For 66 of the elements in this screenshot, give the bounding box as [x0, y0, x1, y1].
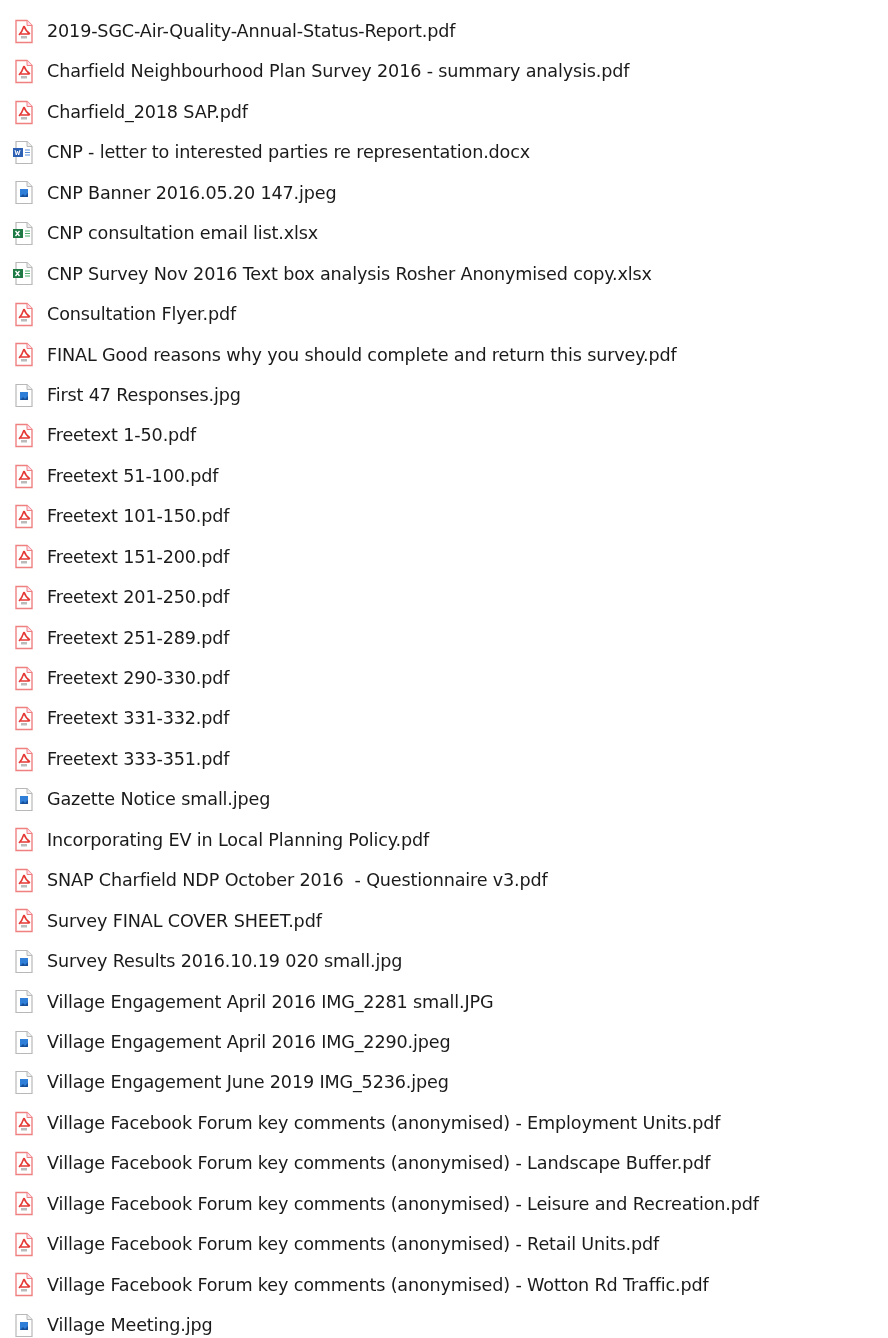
file-name[interactable]: Freetext 201-250.pdf	[47, 584, 230, 611]
pdf-icon	[12, 59, 34, 85]
pdf-icon	[12, 544, 34, 570]
file-name[interactable]: Freetext 1-50.pdf	[47, 422, 197, 449]
pdf-icon	[12, 625, 34, 651]
file-name[interactable]: Village Facebook Forum key comments (anonymised) - Leisure and Recreation.pdf	[47, 1190, 759, 1218]
file-name[interactable]: Survey Results 2016.10.19 020 small.jpg	[47, 948, 403, 975]
pdf-icon	[12, 706, 34, 732]
pdf-icon	[12, 1110, 34, 1136]
file-name[interactable]: Charfield_2018 SAP.pdf	[47, 98, 248, 126]
file-name[interactable]: Village Facebook Forum key comments (anonymised) - Retail Units.pdf	[47, 1231, 660, 1258]
image-file-icon	[12, 180, 34, 206]
file-name[interactable]: Village Facebook Forum key comments (anonymised) - Landscape Buffer.pdf	[47, 1150, 711, 1177]
pdf-icon	[12, 301, 34, 327]
pdf-icon	[12, 665, 34, 691]
pdf-icon	[12, 1150, 34, 1176]
file-name[interactable]: CNP Banner 2016.05.20 147.jpeg	[47, 179, 337, 207]
file-name[interactable]: Village Engagement April 2016 IMG_2290.jpeg	[47, 1028, 451, 1056]
file-name[interactable]: Freetext 51-100.pdf	[47, 462, 219, 490]
pdf-icon	[12, 18, 34, 44]
pdf-icon	[12, 1191, 34, 1217]
file-name[interactable]: Village Facebook Forum key comments (anonymised) - Wotton Rd Traffic.pdf	[47, 1271, 709, 1298]
pdf-icon	[12, 746, 34, 772]
pdf-icon	[12, 827, 34, 853]
spreadsheet-icon	[12, 261, 34, 287]
pdf-icon	[12, 584, 34, 610]
file-name[interactable]: Village Engagement June 2019 IMG_5236.jpeg	[47, 1069, 449, 1096]
spreadsheet-icon	[12, 220, 34, 246]
pdf-icon	[12, 423, 34, 449]
file-name[interactable]: Freetext 333-351.pdf	[47, 745, 230, 773]
file-name[interactable]: Freetext 290-330.pdf	[47, 665, 230, 692]
image-file-icon	[12, 787, 34, 813]
file-name[interactable]: Incorporating EV in Local Planning Policy.pdf	[47, 826, 430, 854]
image-file-icon	[12, 1070, 34, 1096]
file-name[interactable]: CNP consultation email list.xlsx	[47, 220, 319, 247]
pdf-icon	[12, 1231, 34, 1257]
file-name[interactable]: Village Meeting.jpg	[47, 1312, 213, 1338]
file-name[interactable]: FINAL Good reasons why you should complete and return this survey.pdf	[47, 341, 677, 368]
pdf-icon	[12, 908, 34, 934]
file-name[interactable]: Gazette Notice small.jpeg	[47, 786, 271, 813]
image-file-icon	[12, 382, 34, 408]
pdf-icon	[12, 867, 34, 893]
file-name[interactable]: CNP - letter to interested parties re representation.docx	[47, 139, 530, 166]
file-name[interactable]: Village Engagement April 2016 IMG_2281 small.JPG	[47, 988, 494, 1015]
file-name[interactable]: CNP Survey Nov 2016 Text box analysis Rosher Anonymised copy.xlsx	[47, 260, 652, 288]
file-name[interactable]: Charfield Neighbourhood Plan Survey 2016 - summary analysis.pdf	[47, 58, 630, 85]
file-name[interactable]: Freetext 151-200.pdf	[47, 543, 230, 571]
file-name[interactable]: Freetext 101-150.pdf	[47, 503, 230, 530]
image-file-icon	[12, 1029, 34, 1055]
file-name[interactable]: Freetext 251-289.pdf	[47, 624, 230, 651]
pdf-icon	[12, 342, 34, 368]
file-name[interactable]: Survey FINAL COVER SHEET.pdf	[47, 907, 322, 935]
image-file-icon	[12, 1312, 34, 1338]
pdf-icon	[12, 503, 34, 529]
pdf-icon	[12, 99, 34, 125]
file-name[interactable]: Consultation Flyer.pdf	[47, 301, 237, 328]
image-file-icon	[12, 948, 34, 974]
pdf-icon	[12, 1272, 34, 1298]
file-name[interactable]: Village Facebook Forum key comments (anonymised) - Employment Units.pdf	[47, 1109, 721, 1137]
pdf-icon	[12, 463, 34, 489]
image-file-icon	[12, 989, 34, 1015]
file-name[interactable]: First 47 Responses.jpg	[47, 381, 241, 409]
word-document-icon	[12, 140, 34, 166]
file-name[interactable]: 2019-SGC-Air-Quality-Annual-Status-Report.pdf	[47, 18, 456, 45]
file-name[interactable]: SNAP Charfield NDP October 2016 - Questionnaire v3.pdf	[47, 867, 548, 894]
file-name[interactable]: Freetext 331-332.pdf	[47, 705, 230, 732]
